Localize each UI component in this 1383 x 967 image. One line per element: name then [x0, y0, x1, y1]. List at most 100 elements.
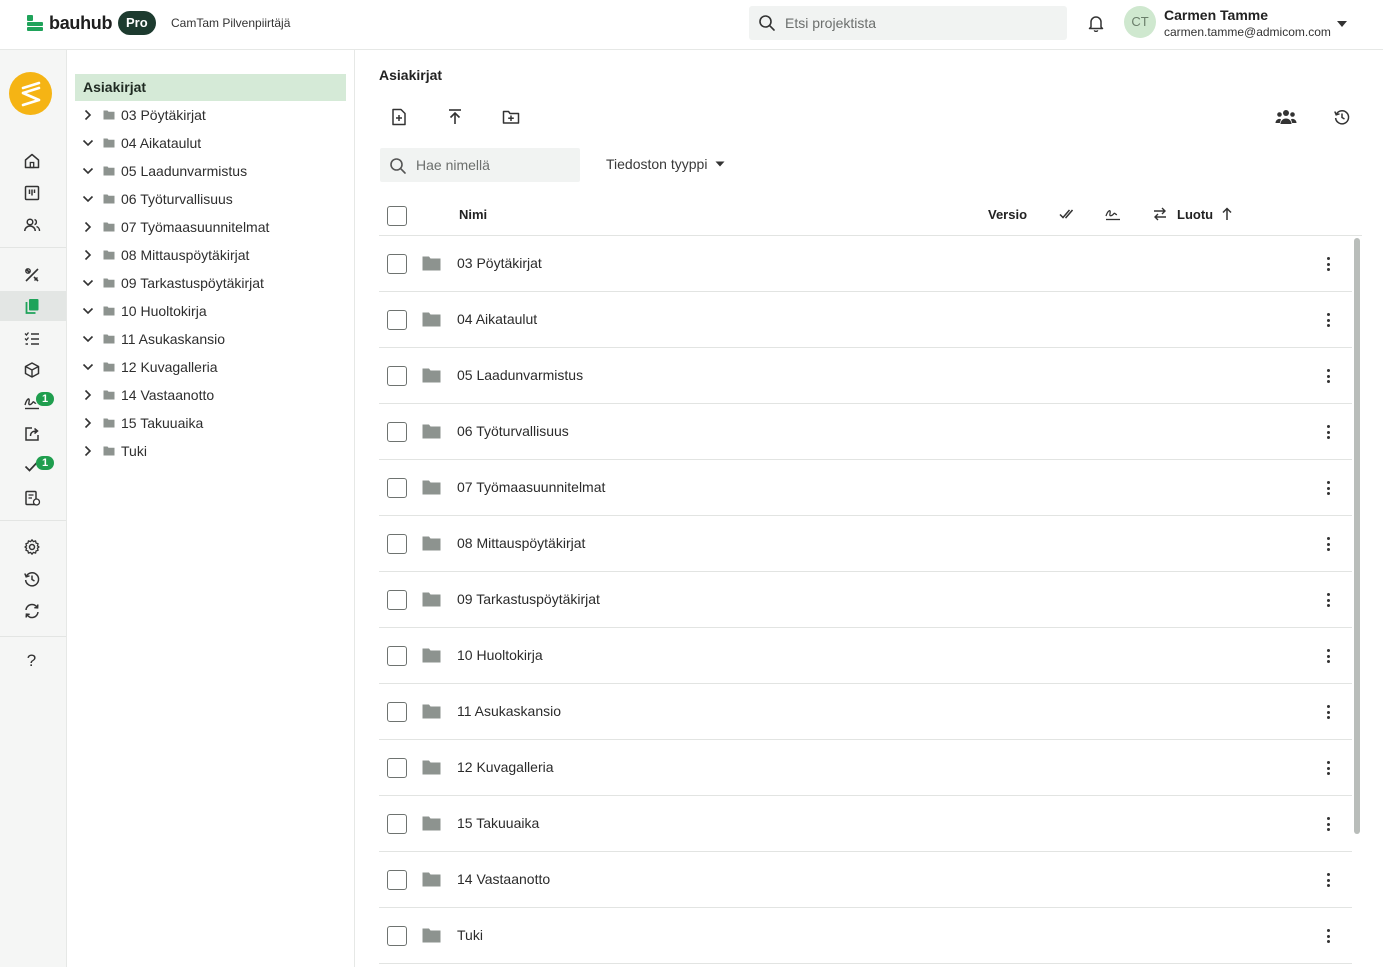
row-checkbox[interactable] — [387, 366, 407, 386]
nav-board[interactable] — [0, 178, 66, 208]
nav-approvals[interactable] — [0, 451, 66, 481]
tree-folder-item[interactable]: 12 Kuvagalleria — [81, 356, 218, 378]
row-name[interactable]: 09 Tarkastuspöytäkirjat — [457, 591, 600, 607]
avatar[interactable]: CT — [1124, 6, 1156, 38]
nav-design-tools[interactable] — [0, 260, 66, 290]
expand-toggle[interactable] — [81, 416, 95, 430]
tree-root-documents[interactable]: Asiakirjat — [75, 74, 346, 101]
user-name[interactable]: Carmen Tamme — [1164, 7, 1268, 23]
project-search[interactable] — [749, 6, 1067, 40]
row-checkbox[interactable] — [387, 590, 407, 610]
nav-history[interactable] — [0, 564, 66, 594]
row-name[interactable]: 04 Aikataulut — [457, 311, 537, 327]
tree-folder-item[interactable]: 05 Laadunvarmistus — [81, 160, 247, 182]
row-checkbox[interactable] — [387, 702, 407, 722]
more-actions-icon[interactable] — [1321, 925, 1335, 947]
more-actions-icon[interactable] — [1321, 477, 1335, 499]
row-checkbox[interactable] — [387, 422, 407, 442]
tree-folder-item[interactable]: 08 Mittauspöytäkirjat — [81, 244, 249, 266]
expand-toggle[interactable] — [81, 248, 95, 262]
table-scrollbar[interactable] — [1352, 236, 1362, 967]
row-checkbox[interactable] — [387, 646, 407, 666]
expand-toggle[interactable] — [81, 108, 95, 122]
row-checkbox[interactable] — [387, 310, 407, 330]
table-row[interactable]: 04 Aikataulut — [379, 292, 1352, 348]
row-name[interactable]: 08 Mittauspöytäkirjat — [457, 535, 585, 551]
name-search-input[interactable] — [416, 148, 574, 182]
table-row[interactable]: 10 Huoltokirja — [379, 628, 1352, 684]
nav-settings[interactable] — [0, 532, 66, 562]
select-all-checkbox[interactable] — [387, 206, 407, 226]
table-row[interactable]: 12 Kuvagalleria — [379, 740, 1352, 796]
collapse-toggle[interactable] — [81, 304, 95, 318]
row-checkbox[interactable] — [387, 758, 407, 778]
signature-icon[interactable] — [1105, 207, 1121, 221]
tree-folder-item[interactable]: 07 Työmaasuunnitelmat — [81, 216, 269, 238]
caret-down-icon[interactable] — [1336, 20, 1348, 28]
tree-folder-item[interactable]: 04 Aikataulut — [81, 132, 201, 154]
sort-ascending-icon[interactable] — [1221, 207, 1233, 221]
row-name[interactable]: Tuki — [457, 927, 483, 943]
name-search[interactable] — [380, 148, 580, 182]
swap-icon[interactable] — [1153, 207, 1167, 221]
tree-folder-item[interactable]: 15 Takuuaika — [81, 412, 203, 434]
row-checkbox[interactable] — [387, 254, 407, 274]
row-name[interactable]: 07 Työmaasuunnitelmat — [457, 479, 605, 495]
app-switcher-logo[interactable] — [9, 72, 52, 115]
new-folder-button[interactable] — [500, 106, 522, 128]
nav-home[interactable] — [0, 146, 66, 176]
nav-shared[interactable] — [0, 419, 66, 449]
row-name[interactable]: 06 Työturvallisuus — [457, 423, 569, 439]
table-row[interactable]: 06 Työturvallisuus — [379, 404, 1352, 460]
nav-signatures[interactable] — [0, 387, 66, 417]
collapse-toggle[interactable] — [81, 360, 95, 374]
tree-folder-item[interactable]: 10 Huoltokirja — [81, 300, 207, 322]
table-row[interactable]: 11 Asukaskansio — [379, 684, 1352, 740]
nav-checklists[interactable] — [0, 323, 66, 353]
column-name[interactable]: Nimi — [459, 207, 487, 222]
expand-toggle[interactable] — [81, 220, 95, 234]
more-actions-icon[interactable] — [1321, 365, 1335, 387]
scrollbar-thumb[interactable] — [1354, 238, 1360, 834]
tree-folder-item[interactable]: 09 Tarkastuspöytäkirjat — [81, 272, 264, 294]
bauhub-logo[interactable]: bauhub — [27, 13, 112, 34]
collapse-toggle[interactable] — [81, 136, 95, 150]
nav-sync[interactable] — [0, 596, 66, 626]
row-name[interactable]: 14 Vastaanotto — [457, 871, 550, 887]
row-name[interactable]: 15 Takuuaika — [457, 815, 539, 831]
table-row[interactable]: 09 Tarkastuspöytäkirjat — [379, 572, 1352, 628]
permissions-button[interactable] — [1275, 106, 1297, 128]
more-actions-icon[interactable] — [1321, 309, 1335, 331]
more-actions-icon[interactable] — [1321, 589, 1335, 611]
tree-folder-item[interactable]: 11 Asukaskansio — [81, 328, 225, 350]
tree-folder-item[interactable]: 06 Työturvallisuus — [81, 188, 233, 210]
more-actions-icon[interactable] — [1321, 757, 1335, 779]
table-row[interactable]: 08 Mittauspöytäkirjat — [379, 516, 1352, 572]
nav-bim-models[interactable] — [0, 355, 66, 385]
nav-help[interactable]: ? — [0, 646, 66, 676]
more-actions-icon[interactable] — [1321, 253, 1335, 275]
column-version[interactable]: Versio — [988, 207, 1027, 222]
nav-users[interactable] — [0, 210, 66, 240]
more-actions-icon[interactable] — [1321, 813, 1335, 835]
row-name[interactable]: 10 Huoltokirja — [457, 647, 543, 663]
row-checkbox[interactable] — [387, 534, 407, 554]
more-actions-icon[interactable] — [1321, 645, 1335, 667]
row-name[interactable]: 11 Asukaskansio — [457, 703, 561, 719]
row-name[interactable]: 03 Pöytäkirjat — [457, 255, 542, 271]
more-actions-icon[interactable] — [1321, 869, 1335, 891]
row-name[interactable]: 12 Kuvagalleria — [457, 759, 554, 775]
expand-toggle[interactable] — [81, 388, 95, 402]
new-document-button[interactable] — [388, 106, 410, 128]
collapse-toggle[interactable] — [81, 332, 95, 346]
table-row[interactable]: Tuki — [379, 908, 1352, 964]
table-row[interactable]: 14 Vastaanotto — [379, 852, 1352, 908]
table-row[interactable]: 15 Takuuaika — [379, 796, 1352, 852]
tree-folder-item[interactable]: 14 Vastaanotto — [81, 384, 214, 406]
collapse-toggle[interactable] — [81, 164, 95, 178]
row-checkbox[interactable] — [387, 926, 407, 946]
row-name[interactable]: 05 Laadunvarmistus — [457, 367, 583, 383]
row-checkbox[interactable] — [387, 870, 407, 890]
table-row[interactable]: 07 Työmaasuunnitelmat — [379, 460, 1352, 516]
more-actions-icon[interactable] — [1321, 533, 1335, 555]
